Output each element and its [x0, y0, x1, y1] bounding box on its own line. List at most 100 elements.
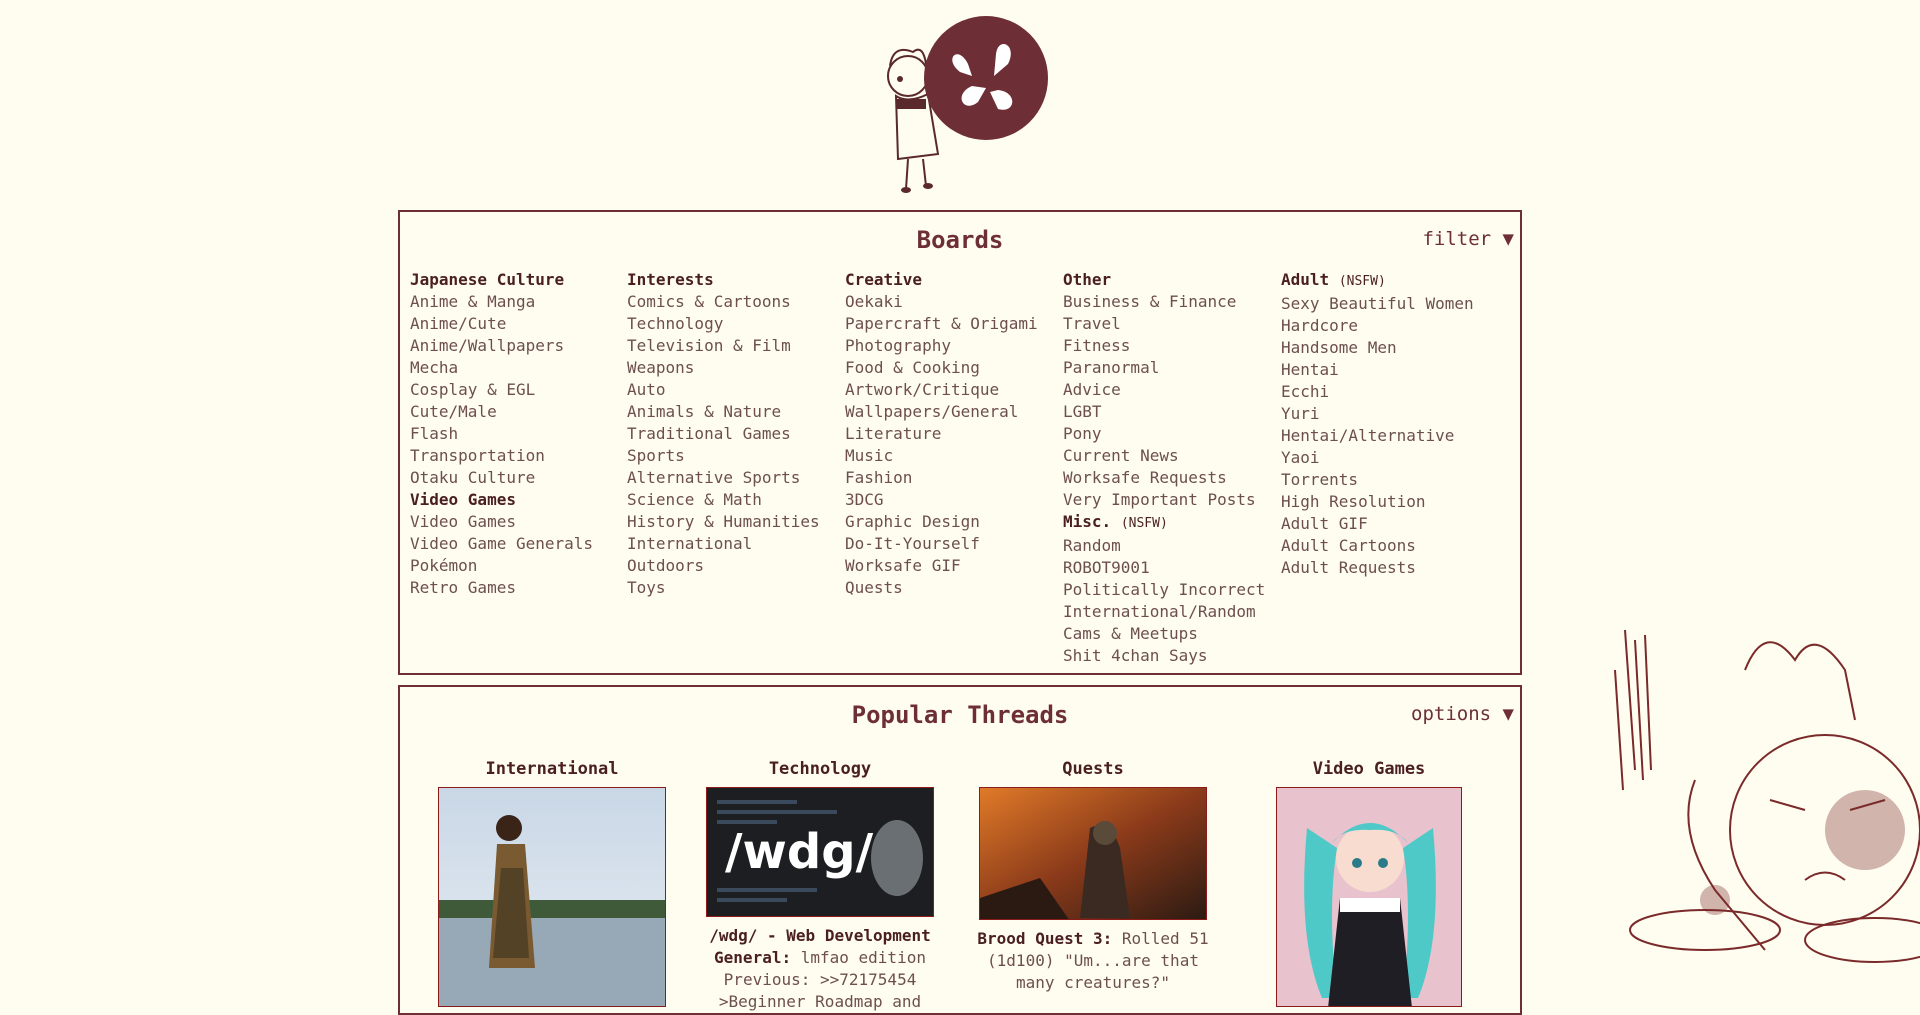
board-link[interactable]: Alternative Sports	[627, 467, 820, 489]
category-label: Adult	[1281, 270, 1330, 289]
options-toggle[interactable]: options ▼	[1411, 703, 1514, 725]
board-link[interactable]: Photography	[845, 335, 1038, 357]
board-link[interactable]: Video Game Generals	[410, 533, 593, 555]
thread-board-name: International	[485, 759, 619, 779]
board-link[interactable]: Hardcore	[1281, 315, 1474, 337]
board-link[interactable]: International/Random	[1063, 601, 1265, 623]
board-link[interactable]: Paranormal	[1063, 357, 1265, 379]
popular-threads-panel: Popular Threads options ▼ International …	[398, 685, 1522, 1015]
board-link[interactable]: Artwork/Critique	[845, 379, 1038, 401]
board-link[interactable]: Retro Games	[410, 577, 593, 599]
board-link[interactable]: Food & Cooking	[845, 357, 1038, 379]
board-link[interactable]: Outdoors	[627, 555, 820, 577]
board-link[interactable]: Cams & Meetups	[1063, 623, 1265, 645]
board-link[interactable]: Torrents	[1281, 469, 1474, 491]
board-link[interactable]: Sexy Beautiful Women	[1281, 293, 1474, 315]
nsfw-badge: (NSFW)	[1338, 274, 1386, 289]
board-link[interactable]: LGBT	[1063, 401, 1265, 423]
board-link[interactable]: Comics & Cartoons	[627, 291, 820, 313]
board-category-heading: Adult (NSFW)	[1281, 269, 1474, 293]
board-link[interactable]: Flash	[410, 423, 593, 445]
board-link[interactable]: Sports	[627, 445, 820, 467]
board-link[interactable]: Transportation	[410, 445, 593, 467]
board-link[interactable]: Adult Cartoons	[1281, 535, 1474, 557]
board-link[interactable]: Quests	[845, 577, 1038, 599]
board-link[interactable]: Yaoi	[1281, 447, 1474, 469]
board-link[interactable]: Television & Film	[627, 335, 820, 357]
board-link[interactable]: Video Games	[410, 511, 593, 533]
board-link[interactable]: Traditional Games	[627, 423, 820, 445]
board-link[interactable]: Toys	[627, 577, 820, 599]
thread-card[interactable]: Quests Brood Quest 3: Rolled 51 (1d100) …	[968, 759, 1218, 994]
board-category-heading: Creative	[845, 269, 1038, 291]
thread-thumbnail[interactable]: /wdg/	[706, 787, 934, 917]
board-link[interactable]: Science & Math	[627, 489, 820, 511]
board-link[interactable]: Cute/Male	[410, 401, 593, 423]
board-link[interactable]: Yuri	[1281, 403, 1474, 425]
boards-column: Creative Oekaki Papercraft & Origami Photog…	[845, 269, 1038, 599]
board-category-heading: Misc. (NSFW)	[1063, 511, 1265, 535]
board-link[interactable]: Current News	[1063, 445, 1265, 467]
board-link[interactable]: Literature	[845, 423, 1038, 445]
board-link[interactable]: Technology	[627, 313, 820, 335]
thread-thumbnail[interactable]	[979, 787, 1207, 920]
board-link[interactable]: Adult GIF	[1281, 513, 1474, 535]
nsfw-badge: (NSFW)	[1120, 516, 1168, 531]
board-link[interactable]: Oekaki	[845, 291, 1038, 313]
board-link[interactable]: 3DCG	[845, 489, 1038, 511]
board-link[interactable]: Very Important Posts	[1063, 489, 1265, 511]
thread-board-name: Quests	[1062, 759, 1124, 779]
board-link[interactable]: International	[627, 533, 820, 555]
category-label: Misc.	[1063, 512, 1112, 531]
board-link[interactable]: Handsome Men	[1281, 337, 1474, 359]
board-link[interactable]: Business & Finance	[1063, 291, 1265, 313]
board-link[interactable]: Otaku Culture	[410, 467, 593, 489]
board-link[interactable]: History & Humanities	[627, 511, 820, 533]
board-category-heading: Video Games	[410, 489, 593, 511]
board-link[interactable]: Politically Incorrect	[1063, 579, 1265, 601]
thread-card[interactable]: Technology /wdg/ /wdg/ - Web Development…	[684, 759, 956, 1013]
board-category-heading: Other	[1063, 269, 1265, 291]
board-link[interactable]: Fitness	[1063, 335, 1265, 357]
board-link[interactable]: Adult Requests	[1281, 557, 1474, 579]
board-link[interactable]: Graphic Design	[845, 511, 1038, 533]
board-link[interactable]: Wallpapers/General	[845, 401, 1038, 423]
thread-card[interactable]: International	[438, 759, 666, 1015]
board-link[interactable]: Pokémon	[410, 555, 593, 577]
board-link[interactable]: High Resolution	[1281, 491, 1474, 513]
board-link[interactable]: Hentai	[1281, 359, 1474, 381]
board-link[interactable]: Hentai/Alternative	[1281, 425, 1474, 447]
board-link[interactable]: Music	[845, 445, 1038, 467]
board-link[interactable]: Pony	[1063, 423, 1265, 445]
board-link[interactable]: Random	[1063, 535, 1265, 557]
thread-card[interactable]: Video Games	[1276, 759, 1462, 1015]
board-link[interactable]: Shit 4chan Says	[1063, 645, 1265, 667]
board-link[interactable]: Ecchi	[1281, 381, 1474, 403]
filter-toggle[interactable]: filter ▼	[1422, 228, 1514, 250]
board-link[interactable]: Weapons	[627, 357, 820, 379]
board-link[interactable]: Advice	[1063, 379, 1265, 401]
board-link[interactable]: Worksafe Requests	[1063, 467, 1265, 489]
board-link[interactable]: Cosplay & EGL	[410, 379, 593, 401]
board-link[interactable]: Papercraft & Origami	[845, 313, 1038, 335]
board-link[interactable]: Auto	[627, 379, 820, 401]
thread-thumbnail[interactable]	[1276, 787, 1462, 1007]
category-label: Video Games	[410, 490, 516, 509]
board-link[interactable]: Travel	[1063, 313, 1265, 335]
boards-column: Adult (NSFW) Sexy Beautiful Women Hardcore…	[1281, 269, 1474, 579]
board-link[interactable]: Anime & Manga	[410, 291, 593, 313]
board-link[interactable]: Worksafe GIF	[845, 555, 1038, 577]
board-link[interactable]: Do-It-Yourself	[845, 533, 1038, 555]
thread-board-name: Technology	[768, 759, 872, 779]
thread-thumbnail[interactable]	[438, 787, 666, 1007]
board-link[interactable]: ROBOT9001	[1063, 557, 1265, 579]
category-label: Interests	[627, 270, 714, 289]
board-link[interactable]: Mecha	[410, 357, 593, 379]
boards-column: Other Business & Finance Travel Fitness Para…	[1063, 269, 1265, 667]
board-link[interactable]: Fashion	[845, 467, 1038, 489]
board-link[interactable]: Anime/Wallpapers	[410, 335, 593, 357]
board-link[interactable]: Animals & Nature	[627, 401, 820, 423]
clover-logo[interactable]	[868, 14, 1052, 194]
board-link[interactable]: Anime/Cute	[410, 313, 593, 335]
popular-threads-title: Popular Threads	[851, 701, 1069, 729]
